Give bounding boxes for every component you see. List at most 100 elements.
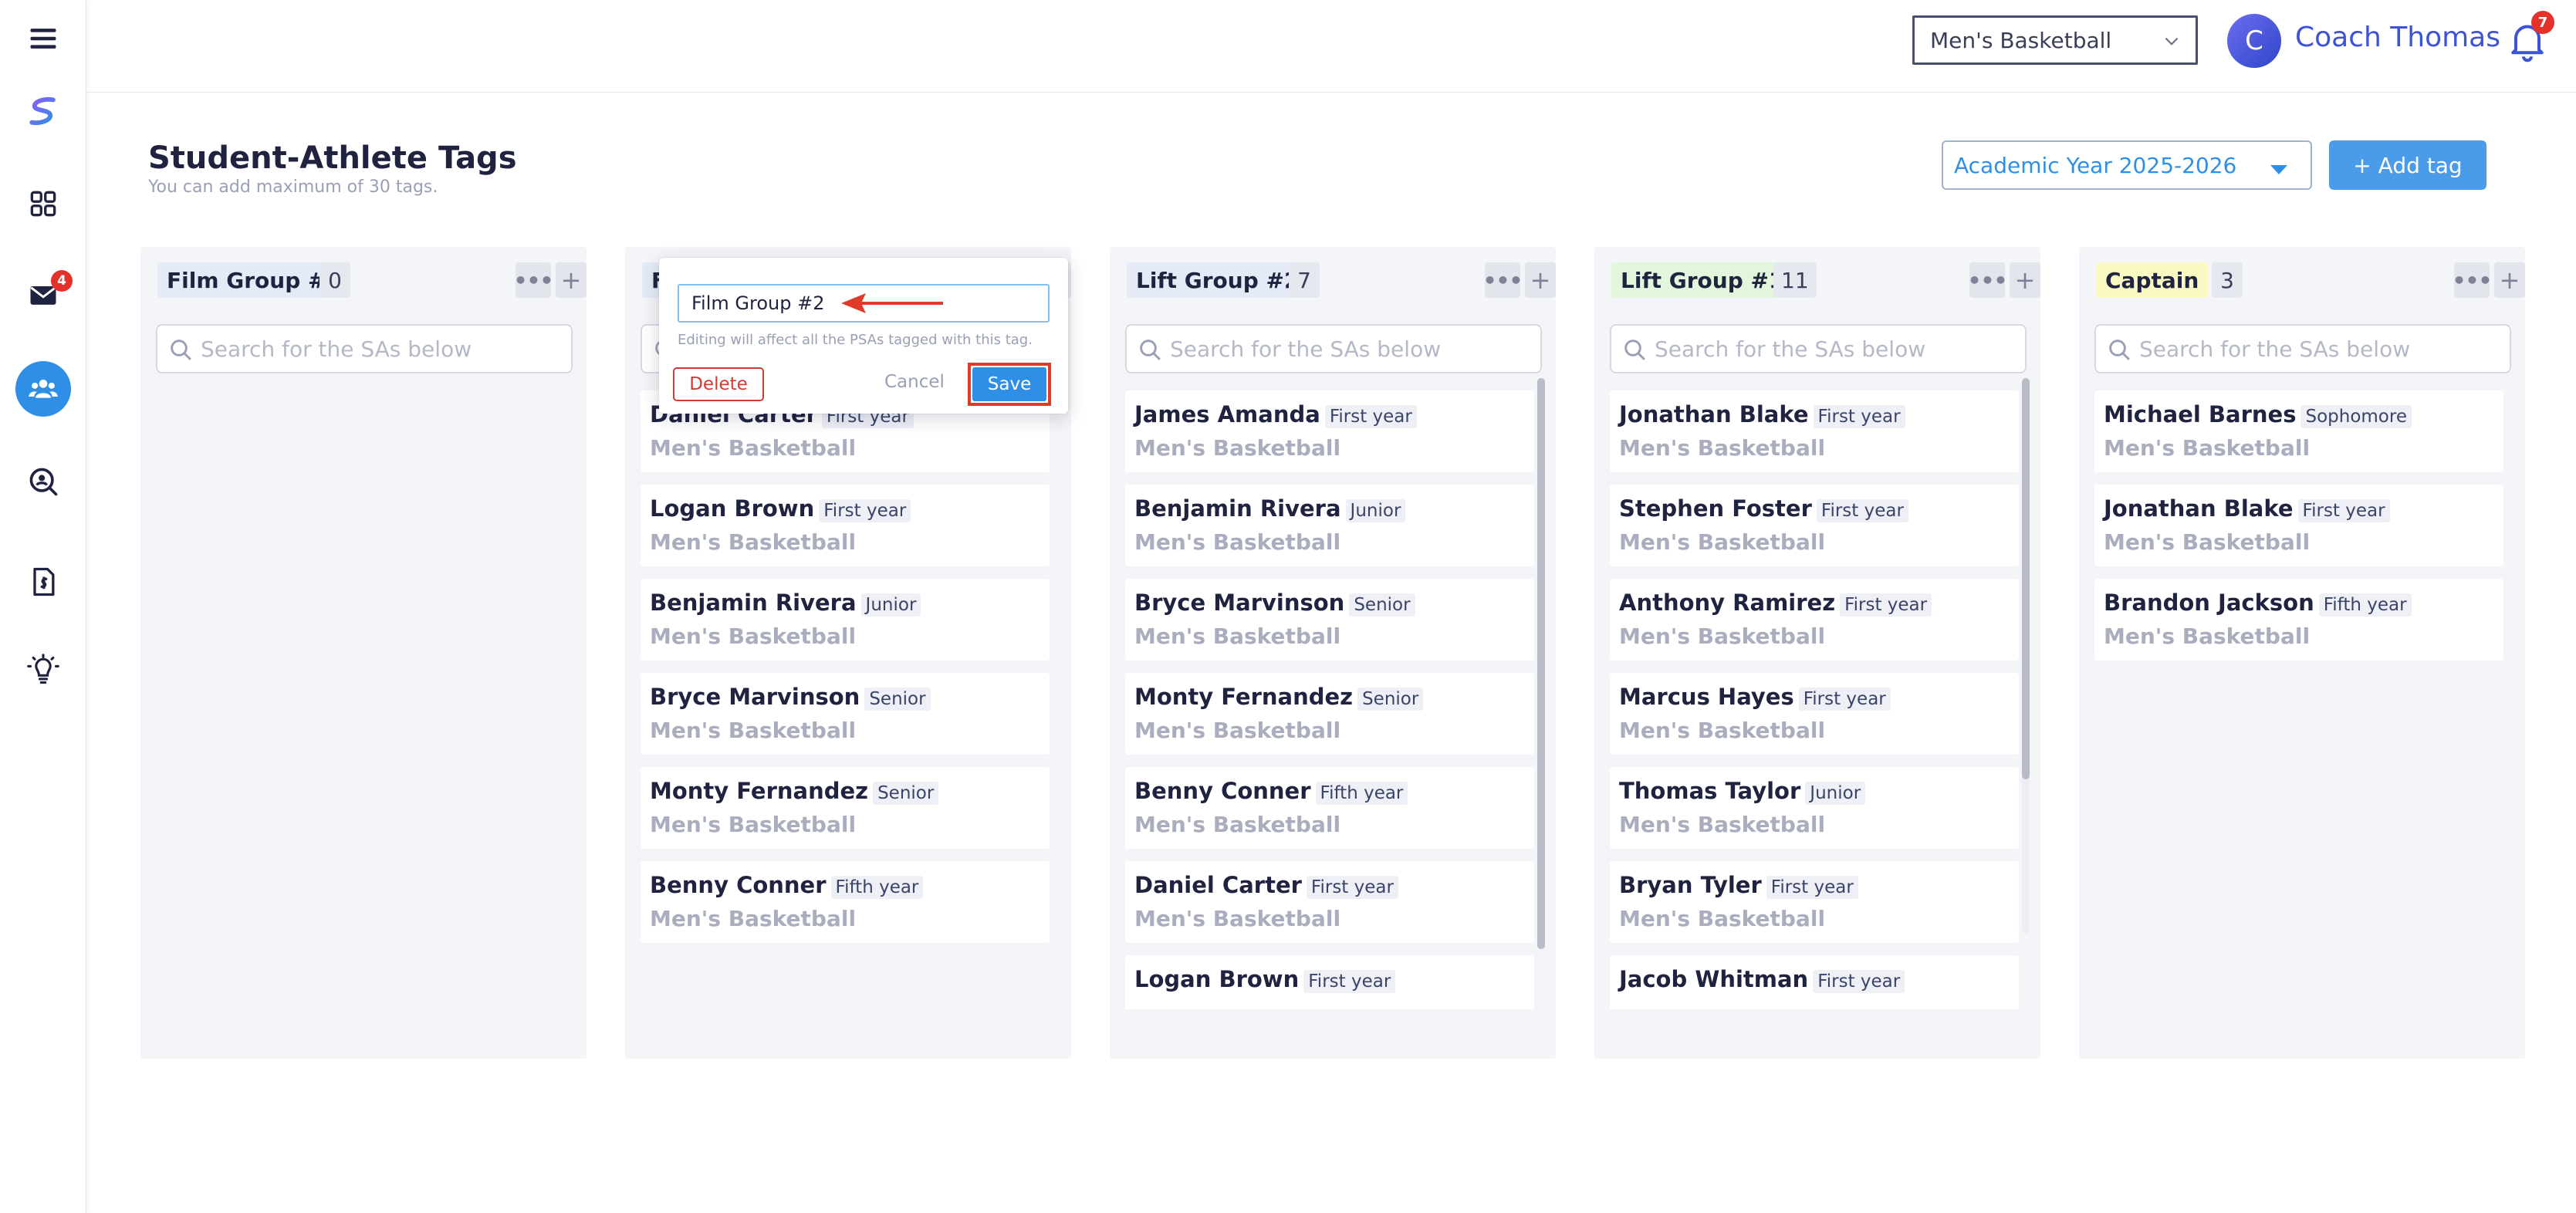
athlete-card[interactable]: Benny Conner Fifth year Men's Basketball bbox=[1125, 767, 1534, 849]
athlete-name: Bryce Marvinson bbox=[650, 684, 860, 710]
search-icon bbox=[1140, 340, 1161, 360]
menu-icon[interactable] bbox=[12, 8, 74, 69]
athlete-sport: Men's Basketball bbox=[1134, 906, 1341, 931]
athlete-card[interactable]: Benny Conner Fifth year Men's Basketball bbox=[641, 861, 1050, 943]
athlete-sport: Men's Basketball bbox=[2104, 435, 2311, 461]
search-placeholder: Search for the SAs below bbox=[1655, 336, 1926, 362]
athlete-card[interactable]: Brandon Jackson Fifth year Men's Basketbal… bbox=[2094, 579, 2503, 661]
save-button[interactable]: Save bbox=[972, 367, 1046, 401]
athlete-card[interactable]: Marcus Hayes First year Men's Basketball bbox=[1610, 673, 2019, 755]
tag-label[interactable]: Lift Group #2 bbox=[1127, 262, 1309, 298]
athlete-card[interactable]: Jacob Whitman First year bbox=[1610, 955, 2019, 1009]
athlete-card[interactable]: Logan Brown First year Men's Basketball bbox=[641, 485, 1050, 566]
mail-icon[interactable]: 4 bbox=[12, 264, 74, 326]
athlete-year: Fifth year bbox=[1315, 782, 1408, 805]
athlete-list: Michael Barnes Sophomore Men's Basketball J… bbox=[2094, 390, 2503, 1009]
athlete-sport: Men's Basketball bbox=[1619, 906, 1826, 931]
cancel-button[interactable]: Cancel bbox=[884, 372, 945, 392]
athletes-icon[interactable] bbox=[12, 358, 74, 420]
scrollbar-thumb[interactable] bbox=[1537, 378, 1545, 949]
athlete-year: First year bbox=[2297, 499, 2390, 522]
add-tag-button[interactable]: + Add tag bbox=[2329, 140, 2486, 190]
athlete-name: Benjamin Rivera bbox=[650, 590, 857, 616]
caret-down-icon bbox=[2270, 165, 2287, 174]
athlete-card[interactable]: Monty Fernandez Senior Men's Basketball bbox=[1125, 673, 1534, 755]
athlete-year: Junior bbox=[1345, 499, 1406, 522]
academic-year-select[interactable]: Academic Year 2025-2026 bbox=[1942, 140, 2312, 190]
athlete-name: Jacob Whitman bbox=[1619, 966, 1809, 992]
athlete-sport: Men's Basketball bbox=[1619, 529, 1826, 555]
athlete-sport: Men's Basketball bbox=[1134, 529, 1341, 555]
logo-icon[interactable] bbox=[12, 80, 74, 142]
tag-label[interactable]: Lift Group #1 bbox=[1611, 262, 1793, 298]
more-options-button[interactable]: ••• bbox=[1968, 262, 2007, 298]
athlete-card[interactable]: Stephen Foster First year Men's Basketball bbox=[1610, 485, 2019, 566]
more-options-button[interactable]: ••• bbox=[514, 262, 553, 298]
athlete-year: Fifth year bbox=[2318, 593, 2412, 617]
athlete-name: Monty Fernandez bbox=[1134, 684, 1354, 710]
search-icon bbox=[2109, 340, 2130, 360]
avatar[interactable]: C bbox=[2227, 14, 2281, 68]
athlete-year: First year bbox=[1324, 405, 1417, 428]
athlete-list bbox=[156, 390, 565, 1009]
athlete-sport: Men's Basketball bbox=[1134, 718, 1341, 743]
column-search-input[interactable]: Search for the SAs below bbox=[1610, 324, 2027, 373]
athlete-card[interactable]: Anthony Ramirez First year Men's Basketbal… bbox=[1610, 579, 2019, 661]
column-header: Captain 3 ••• + bbox=[2079, 258, 2525, 301]
scrollbar-thumb[interactable] bbox=[2022, 378, 2030, 779]
athlete-card[interactable]: Bryce Marvinson Senior Men's Basketball bbox=[1125, 579, 1534, 661]
add-athlete-button[interactable]: + bbox=[1525, 262, 1556, 298]
athlete-list: James Amanda First year Men's Basketball Be… bbox=[1125, 390, 1534, 1009]
athlete-card[interactable]: Bryan Tyler First year Men's Basketball bbox=[1610, 861, 2019, 943]
athlete-year: Senior bbox=[873, 782, 939, 805]
athlete-sport: Men's Basketball bbox=[1619, 718, 1826, 743]
more-options-button[interactable]: ••• bbox=[1483, 262, 1523, 298]
scrollbar[interactable] bbox=[2022, 378, 2030, 934]
athlete-card[interactable]: Logan Brown First year bbox=[1125, 955, 1534, 1009]
athlete-card[interactable]: Benjamin Rivera Junior Men's Basketball bbox=[1125, 485, 1534, 566]
tag-column: Lift Group #1 11 ••• + Search for the SAs be… bbox=[1594, 247, 2040, 1059]
more-options-button[interactable]: ••• bbox=[2453, 262, 2492, 298]
document-icon[interactable] bbox=[12, 551, 74, 613]
athlete-card[interactable]: Jonathan Blake First year Men's Basketball bbox=[1610, 390, 2019, 472]
delete-button[interactable]: Delete bbox=[673, 367, 764, 401]
athlete-card[interactable]: Michael Barnes Sophomore Men's Basketball bbox=[2094, 390, 2503, 472]
tag-count: 3 bbox=[2212, 262, 2243, 298]
tag-column: Captain 3 ••• + Search for the SAs below Mich… bbox=[2079, 247, 2525, 1059]
athlete-year: First year bbox=[1813, 405, 1905, 428]
athlete-year: First year bbox=[1798, 688, 1891, 711]
add-athlete-button[interactable]: + bbox=[556, 262, 587, 298]
athlete-year: Senior bbox=[864, 688, 931, 711]
athlete-year: Junior bbox=[1805, 782, 1866, 805]
athlete-card[interactable]: Jonathan Blake First year Men's Basketball bbox=[2094, 485, 2503, 566]
athlete-name: Brandon Jackson bbox=[2104, 590, 2314, 616]
athlete-sport: Men's Basketball bbox=[650, 529, 857, 555]
athlete-sport: Men's Basketball bbox=[650, 812, 857, 837]
athlete-name: Anthony Ramirez bbox=[1619, 590, 1836, 616]
tag-count: 11 bbox=[1773, 262, 1817, 298]
add-athlete-button[interactable]: + bbox=[2494, 262, 2525, 298]
add-athlete-button[interactable]: + bbox=[2010, 262, 2040, 298]
column-search-input[interactable]: Search for the SAs below bbox=[156, 324, 573, 373]
athlete-year: First year bbox=[1813, 970, 1905, 993]
column-header: Lift Group #2 7 ••• + bbox=[1110, 258, 1556, 301]
athlete-card[interactable]: James Amanda First year Men's Basketball bbox=[1125, 390, 1534, 472]
athlete-name: Logan Brown bbox=[650, 495, 815, 522]
athlete-card[interactable]: Benjamin Rivera Junior Men's Basketball bbox=[641, 579, 1050, 661]
dashboard-icon[interactable] bbox=[12, 173, 74, 235]
athlete-sport: Men's Basketball bbox=[1134, 812, 1341, 837]
coach-name[interactable]: Coach Thomas bbox=[2295, 22, 2500, 53]
athlete-card[interactable]: Thomas Taylor Junior Men's Basketball bbox=[1610, 767, 2019, 849]
column-search-input[interactable]: Search for the SAs below bbox=[2094, 324, 2511, 373]
column-search-input[interactable]: Search for the SAs below bbox=[1125, 324, 1542, 373]
scrollbar[interactable] bbox=[1537, 378, 1545, 949]
tag-label[interactable]: Captain bbox=[2096, 262, 2209, 298]
athlete-card[interactable]: Bryce Marvinson Senior Men's Basketball bbox=[641, 673, 1050, 755]
athlete-sport: Men's Basketball bbox=[1134, 623, 1341, 649]
lightbulb-icon[interactable] bbox=[12, 639, 74, 701]
athlete-name: Michael Barnes bbox=[2104, 401, 2297, 427]
sport-select[interactable]: Men's Basketball bbox=[1912, 15, 2198, 65]
search-person-icon[interactable] bbox=[12, 451, 74, 512]
athlete-card[interactable]: Daniel Carter First year Men's Basketball bbox=[1125, 861, 1534, 943]
athlete-card[interactable]: Monty Fernandez Senior Men's Basketball bbox=[641, 767, 1050, 849]
